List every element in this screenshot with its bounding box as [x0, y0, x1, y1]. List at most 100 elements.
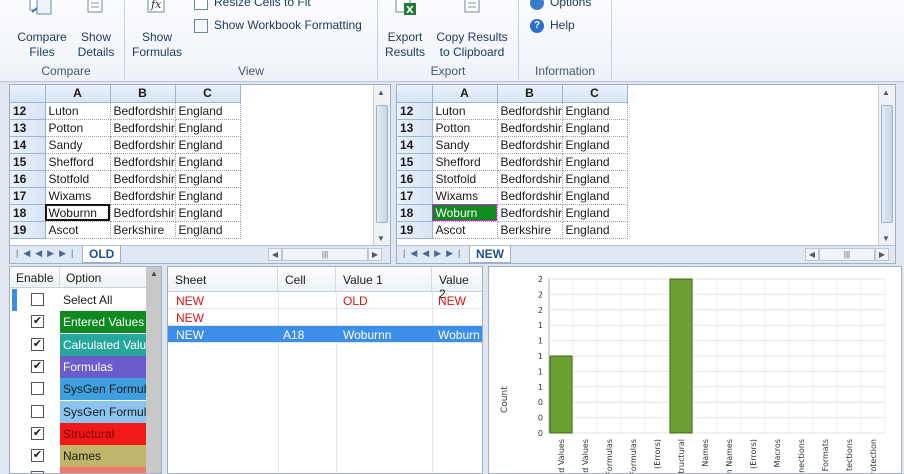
help-button[interactable]: ? Help [530, 18, 575, 33]
grid-row[interactable]: 13 Potton Bedfordshir England [397, 119, 628, 137]
option-row[interactable]: ✔ Names [10, 445, 147, 468]
option-row[interactable]: SysGen Formulas [10, 400, 147, 423]
cell-c[interactable]: England [175, 170, 241, 188]
cell-b[interactable]: Bedfordshir [497, 170, 563, 188]
cell-a[interactable]: Shefford [45, 153, 111, 171]
cell-b[interactable]: Bedfordshir [110, 102, 176, 120]
cell-b[interactable]: Bedfordshir [497, 102, 563, 120]
new-sheet-table[interactable]: A B C 12 Luton Bedfordshir England 13 Potton B… [397, 85, 628, 239]
cell-b[interactable]: Bedfordshir [110, 153, 176, 171]
grid-row[interactable]: 15 Shefford Bedfordshir England [397, 153, 628, 171]
cell-c[interactable]: England [562, 119, 628, 137]
cell-a[interactable]: Stotfold [432, 170, 498, 188]
copy-results-button[interactable]: Copy Results to Clipboard [434, 0, 510, 62]
new-sheet-tab[interactable]: NEW [469, 246, 511, 263]
new-vertical-scrollbar[interactable]: ▲ ▼ [878, 85, 895, 246]
cell-b[interactable]: Bedfordshir [497, 204, 563, 222]
cell-b[interactable]: Bedfordshir [110, 204, 176, 222]
enable-checkbox[interactable] [31, 382, 44, 396]
sheet-nav-arrows-icon[interactable]: |◀◀▶▶| [16, 248, 78, 259]
cell-c[interactable]: England [175, 204, 241, 222]
options-button[interactable]: Options [530, 0, 591, 10]
cell-a[interactable]: Wixams [45, 187, 111, 205]
cell-a[interactable]: Luton [432, 102, 498, 120]
cell-b[interactable]: Bedfordshir [497, 119, 563, 137]
grid-row[interactable]: 18 Woburn Bedfordshir England [397, 204, 628, 222]
cell-c[interactable]: England [562, 153, 628, 171]
cell-c[interactable]: England [562, 204, 628, 222]
option-row[interactable]: SysGen Names [10, 467, 147, 473]
results-row[interactable]: NEW A18 Woburnn Woburn [168, 326, 482, 343]
results-row[interactable]: NEW OLD NEW [168, 292, 482, 309]
grid-row[interactable]: 14 Sandy Bedfordshir England [10, 136, 241, 154]
results-row[interactable]: NEW [168, 309, 482, 326]
enable-checkbox[interactable]: ✔ [31, 359, 44, 373]
cell-a[interactable]: Sandy [45, 136, 111, 154]
row-header[interactable]: 17 [10, 187, 46, 205]
enable-checkbox[interactable]: ✔ [31, 315, 44, 329]
results-header-sheet[interactable]: Sheet [168, 267, 278, 292]
row-header[interactable]: 17 [397, 187, 433, 205]
scroll-up-arrow-icon[interactable]: ▲ [882, 88, 890, 97]
scroll-up-arrow-icon[interactable]: ▲ [377, 88, 385, 97]
results-header-value2[interactable]: Value 2 [432, 267, 482, 301]
cell-c[interactable]: England [562, 136, 628, 154]
cell-b[interactable]: Bedfordshir [110, 187, 176, 205]
hscroll-right-icon[interactable]: ▶ [875, 248, 889, 261]
enable-checkbox[interactable]: ✔ [31, 449, 44, 463]
row-header[interactable]: 15 [397, 153, 433, 171]
scroll-thumb[interactable] [881, 105, 893, 223]
grid-row[interactable]: 16 Stotfold Bedfordshir England [10, 170, 241, 188]
option-row[interactable]: ✔ Structural [10, 422, 147, 445]
option-row[interactable]: ✔ Calculated Values [10, 333, 147, 356]
options-scrollbar[interactable]: ▲ [146, 267, 161, 473]
grid-row[interactable]: 13 Potton Bedfordshir England [10, 119, 241, 137]
hscroll-left-icon[interactable]: ◀ [805, 248, 819, 261]
grid-row[interactable]: 18 Woburnn Bedfordshir England [10, 204, 241, 222]
column-header-a[interactable]: A [45, 85, 111, 103]
hscroll-track[interactable]: ||| [282, 248, 368, 261]
cell-b[interactable]: Bedfordshir [110, 119, 176, 137]
cell-a[interactable]: Shefford [432, 153, 498, 171]
scroll-down-arrow-icon[interactable]: ▼ [882, 234, 890, 243]
hscroll-track[interactable]: ||| [819, 248, 875, 261]
enable-checkbox[interactable]: ✔ [31, 426, 44, 440]
cell-c[interactable]: England [562, 221, 628, 239]
cell-c[interactable]: England [175, 102, 241, 120]
resize-cells-button[interactable]: Resize Cells to Fit [194, 0, 311, 10]
cell-a[interactable]: Potton [45, 119, 111, 137]
show-details-button[interactable]: Show Details [74, 0, 118, 62]
row-header[interactable]: 12 [397, 102, 433, 120]
old-vertical-scrollbar[interactable]: ▲ ▼ [373, 85, 390, 246]
row-header[interactable]: 18 [10, 204, 46, 222]
grid-row[interactable]: 15 Shefford Bedfordshir England [10, 153, 241, 171]
row-header[interactable]: 14 [397, 136, 433, 154]
grid-row[interactable]: 12 Luton Bedfordshir England [10, 102, 241, 120]
grid-row[interactable]: 19 Ascot Berkshire England [10, 221, 241, 239]
hscroll-left-icon[interactable]: ◀ [268, 248, 282, 261]
option-row[interactable]: ✔ Entered Values [10, 311, 147, 334]
scroll-up-arrow-icon[interactable]: ▲ [150, 269, 158, 278]
cell-c[interactable]: England [175, 119, 241, 137]
row-header[interactable]: 15 [10, 153, 46, 171]
old-sheet-table[interactable]: A B C 12 Luton Bedfordshir England 13 Potton B… [10, 85, 241, 239]
show-workbook-formatting-button[interactable]: Show Workbook Formatting [194, 18, 362, 33]
cell-c[interactable]: England [175, 153, 241, 171]
grid-row[interactable]: 17 Wixams Bedfordshir England [397, 187, 628, 205]
scroll-thumb[interactable] [376, 105, 388, 223]
cell-a[interactable]: Woburn [432, 204, 498, 222]
enable-checkbox[interactable] [31, 293, 44, 306]
enable-checkbox[interactable] [31, 404, 44, 418]
cell-b[interactable]: Bedfordshir [110, 170, 176, 188]
compare-files-button[interactable]: Compare Files [14, 0, 70, 62]
cell-c[interactable]: England [562, 187, 628, 205]
row-header[interactable]: 19 [10, 221, 46, 239]
cell-c[interactable]: England [562, 102, 628, 120]
enable-column-header[interactable]: Enable [10, 267, 60, 288]
grid-row[interactable]: 17 Wixams Bedfordshir England [10, 187, 241, 205]
cell-a[interactable]: Luton [45, 102, 111, 120]
cell-c[interactable]: England [175, 221, 241, 239]
cell-c[interactable]: England [562, 170, 628, 188]
cell-a[interactable]: Wixams [432, 187, 498, 205]
results-header-cell[interactable]: Cell [278, 267, 336, 292]
